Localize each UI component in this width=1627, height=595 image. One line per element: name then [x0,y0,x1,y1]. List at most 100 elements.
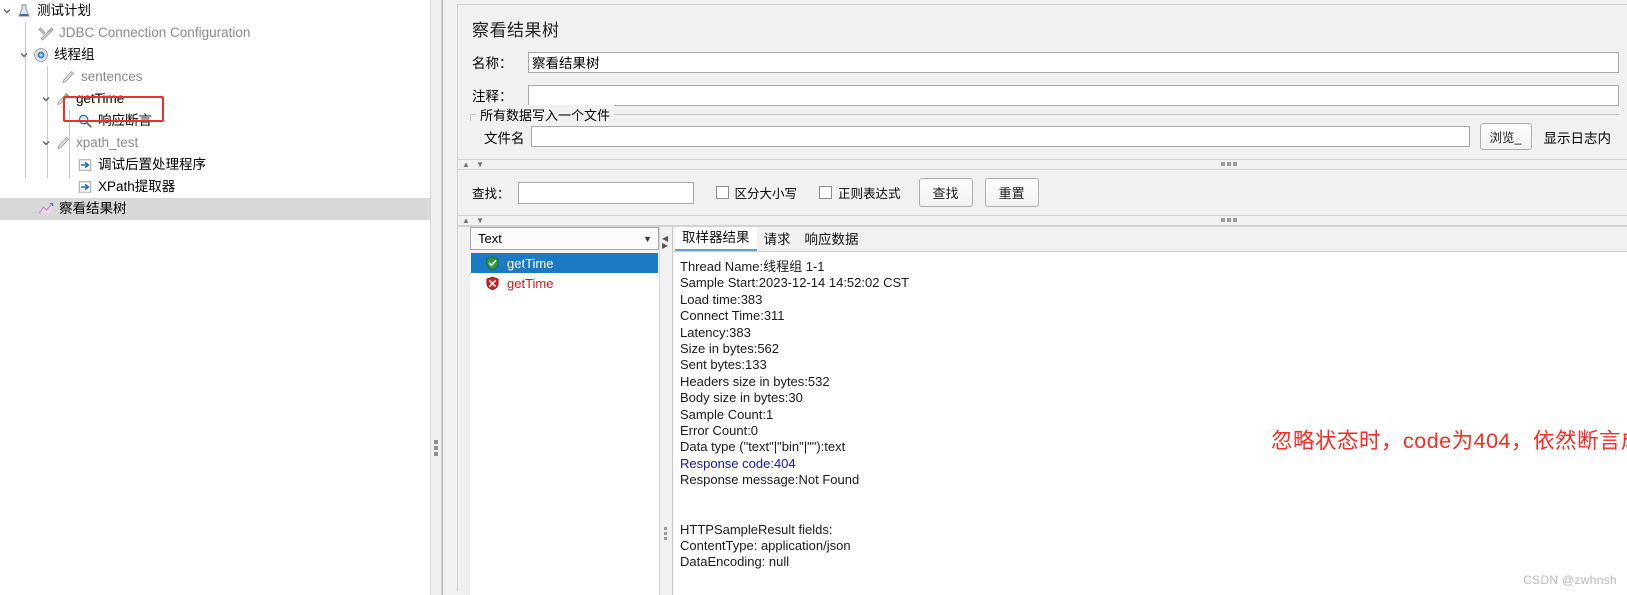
tree-item-label: 察看结果树 [59,201,127,216]
checkbox-box[interactable] [715,186,729,199]
reset-button[interactable]: 重置 [984,178,1039,207]
sampler-icon [53,133,73,153]
results-content-area: Text ▼ getTime getTime ◀ ▶ 取样器结果 请求 响应数据… [458,226,1627,595]
upper-horizontal-splitter[interactable]: ▲ ▼ [458,159,1627,170]
renderer-selected-value: Text [478,231,502,246]
tree-item-sentences[interactable]: sentences [0,66,430,88]
splitter-grip[interactable] [434,440,438,456]
results-right-column: 取样器结果 请求 响应数据 Thread Name:线程组 1-1 Sample… [673,227,1627,595]
test-plan-tree[interactable]: 测试计划 JDBC Connection Configuration 线程组 s… [0,0,430,595]
tab-request[interactable]: 请求 [757,227,798,251]
splitter-grip[interactable] [1221,162,1237,166]
splitter-collapse-arrows[interactable]: ▲ ▼ [462,216,486,225]
chevron-down-icon[interactable]: ▼ [643,234,652,244]
twisty-placeholder [22,198,36,220]
show-log-content-label: 显示日志内 [1543,130,1612,146]
tab-response-data[interactable]: 响应数据 [798,227,866,251]
tree-item-xpath-extractor[interactable]: XPath提取器 [0,176,430,198]
twisty-placeholder [61,176,75,198]
failure-shield-icon [485,276,502,291]
chevron-down-icon[interactable] [39,88,53,110]
tree-item-jdbc-connection-configuration[interactable]: JDBC Connection Configuration [0,22,430,44]
splitter-grip[interactable] [1221,218,1237,222]
tree-item-label: xpath_test [76,135,139,150]
tree-item-thread-group[interactable]: 线程组 [0,44,430,66]
tree-item-label: 测试计划 [37,3,91,18]
search-input[interactable] [517,181,694,204]
view-results-tree-icon [36,199,56,219]
splitter-grip[interactable] [664,527,667,540]
watermark: CSDN @zwhnsh [1523,573,1617,587]
response-code-line: Response code:404 [680,455,796,471]
tree-item-label: JDBC Connection Configuration [59,25,251,40]
twisty-placeholder [44,66,58,88]
post-processor-icon [75,155,95,175]
tree-item-label: XPath提取器 [98,179,176,194]
list-item-label: getTime [507,255,554,271]
twisty-placeholder [61,154,75,176]
page-title: 察看结果树 [472,21,560,40]
list-item[interactable]: getTime [471,253,658,273]
browse-button[interactable]: 浏览_ [1479,123,1532,150]
name-row: 名称： [458,50,1627,74]
jmeter-window: 测试计划 JDBC Connection Configuration 线程组 s… [0,0,1627,595]
splitter-collapse-arrows[interactable]: ▲ ▼ [462,160,486,169]
tree-item-debug-post-processor[interactable]: 调试后置处理程序 [0,154,430,176]
main-vertical-splitter[interactable] [430,0,442,595]
sampler-icon-green [53,89,73,109]
tree-item-label: 响应断言 [98,113,152,128]
sampler-result-head: Thread Name:线程组 1-1 Sample Start:2023-12… [680,259,910,455]
config-element-icon [36,23,56,43]
sampler-result-text[interactable]: Thread Name:线程组 1-1 Sample Start:2023-12… [673,252,1627,595]
renderer-select[interactable]: Text ▼ [470,227,659,250]
list-item[interactable]: getTime [471,273,658,293]
sampler-result-tail: Response message:Not Found HTTPSampleRes… [680,472,860,570]
chevron-down-icon[interactable] [0,0,14,22]
group-title: 所有数据写入一个文件 [476,105,615,124]
find-button[interactable]: 查找 [918,178,973,207]
comment-input[interactable] [528,84,1619,106]
comment-label: 注释： [472,89,513,104]
regex-checkbox[interactable]: 正则表达式 [819,183,901,202]
view-results-tree-panel: 察看结果树 名称： 注释： 所有数据写入一个文件 文件名 浏览_ 显示日志内 [442,0,1627,595]
chevron-down-icon[interactable] [39,132,53,154]
search-bar: 查找： 区分大小写 正则表达式 查找 重置 [458,170,1627,215]
result-tabs: 取样器结果 请求 响应数据 [673,227,1627,252]
chevron-down-icon[interactable] [17,44,31,66]
name-input[interactable] [528,51,1619,73]
tree-item-label: 调试后置处理程序 [98,157,206,172]
lower-horizontal-splitter[interactable]: ▲ ▼ [458,215,1627,226]
success-shield-icon [485,256,502,271]
tree-item-gettime[interactable]: getTime [0,88,430,110]
tree-item-xpath-test[interactable]: xpath_test [0,132,430,154]
case-sensitive-checkbox[interactable]: 区分大小写 [715,183,798,202]
write-all-data-to-file-group: 所有数据写入一个文件 文件名 浏览_ 显示日志内 [470,105,1619,156]
post-processor-icon [75,177,95,197]
regex-label: 正则表达式 [838,187,901,201]
test-plan-icon [14,1,34,21]
tree-item-response-assertion[interactable]: 响应断言 [0,110,430,132]
group-tick [470,115,471,121]
comment-row: 注释： [458,83,1627,107]
tree-item-label: sentences [81,69,143,84]
sampler-icon [58,67,78,87]
filename-label: 文件名 [484,130,525,146]
search-label: 查找： [472,187,510,201]
tab-sampler-result[interactable]: 取样器结果 [675,227,757,251]
results-splitter[interactable]: ◀ ▶ [659,227,673,595]
thread-group-icon [31,45,51,65]
filename-row: 文件名 浏览_ 显示日志内 [470,117,1619,156]
panel-inner: 察看结果树 名称： 注释： 所有数据写入一个文件 文件名 浏览_ 显示日志内 [457,4,1627,595]
checkbox-box[interactable] [819,186,833,199]
tree-item-test-plan[interactable]: 测试计划 [0,0,430,22]
sample-result-list[interactable]: getTime getTime [470,253,659,595]
name-label: 名称： [472,56,513,71]
tab-scroll-arrows[interactable]: ◀ ▶ [662,235,668,250]
tree-item-label: 线程组 [54,47,95,62]
results-left-column: Text ▼ getTime getTime [458,227,659,595]
list-item-label: getTime [507,275,554,291]
case-sensitive-label: 区分大小写 [734,187,798,201]
tree-item-view-results-tree[interactable]: 察看结果树 [0,198,430,220]
filename-input[interactable] [530,126,1470,147]
twisty-placeholder [61,110,75,132]
